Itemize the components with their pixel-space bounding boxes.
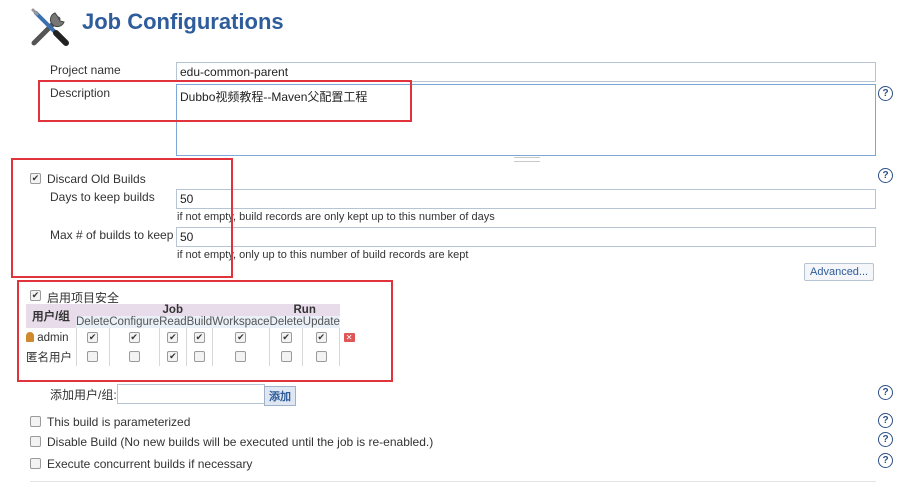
concurrent-builds-checkbox[interactable] xyxy=(30,458,41,469)
help-icon[interactable]: ? xyxy=(878,453,893,468)
help-icon[interactable]: ? xyxy=(878,432,893,447)
textarea-resize-grip[interactable] xyxy=(514,157,540,162)
disable-build-checkbox[interactable] xyxy=(30,436,41,447)
help-icon[interactable]: ? xyxy=(878,168,893,183)
add-user-group-label: 添加用户/组: xyxy=(50,388,117,402)
concurrent-builds-label: Execute concurrent builds if necessary xyxy=(47,457,253,471)
advanced-button[interactable]: Advanced... xyxy=(804,263,875,281)
help-icon[interactable]: ? xyxy=(878,413,893,428)
project-name-input[interactable] xyxy=(176,62,876,82)
max-builds-input[interactable] xyxy=(176,227,876,247)
help-icon[interactable]: ? xyxy=(878,385,893,400)
project-name-label: Project name xyxy=(50,63,121,77)
parameterized-checkbox[interactable] xyxy=(30,416,41,427)
highlight-box-description xyxy=(38,80,412,122)
highlight-box-discard xyxy=(11,158,233,278)
section-divider xyxy=(30,481,876,482)
days-to-keep-input[interactable] xyxy=(176,189,876,209)
disable-build-label: Disable Build (No new builds will be exe… xyxy=(47,435,434,449)
help-icon[interactable]: ? xyxy=(878,86,893,101)
add-user-group-button[interactable]: 添加 xyxy=(264,386,296,406)
wrench-screwdriver-icon xyxy=(28,5,72,49)
highlight-box-security xyxy=(17,280,393,382)
parameterized-label: This build is parameterized xyxy=(47,415,191,429)
add-user-group-input[interactable] xyxy=(117,384,265,404)
page-title: Job Configurations xyxy=(82,9,284,34)
